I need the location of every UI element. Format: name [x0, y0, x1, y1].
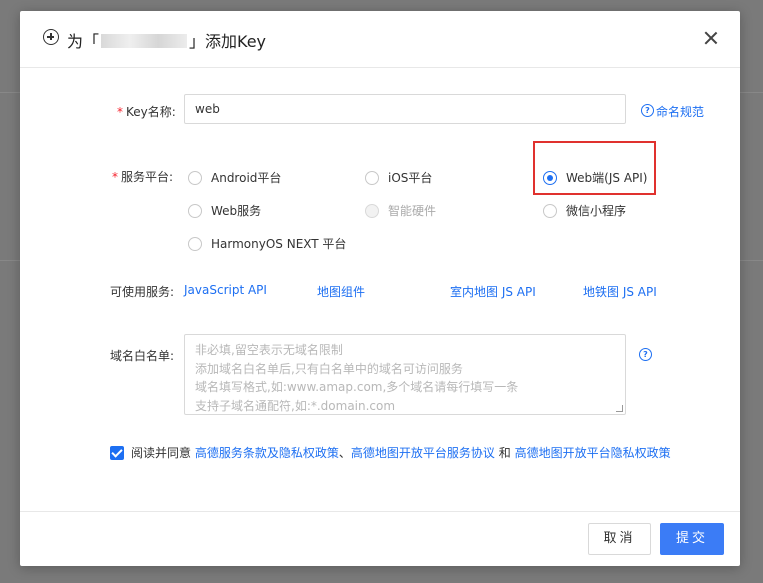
dialog-header: 为「 」添加Key: [20, 11, 740, 68]
agreement-checkbox[interactable]: [110, 446, 124, 460]
required-mark: *: [117, 105, 123, 119]
key-name-input[interactable]: web: [184, 94, 626, 124]
add-key-dialog: 为「 」添加Key * Key名称: web ? 命名规范 * 服务平台: Andro…: [20, 11, 740, 566]
radio-circle: [543, 204, 557, 218]
platform-privacy-link[interactable]: 高德地图开放平台隐私权政策: [515, 446, 671, 460]
cancel-button[interactable]: 取消: [588, 523, 651, 555]
service-indoor-map[interactable]: 室内地图 JS API: [450, 283, 536, 300]
key-name-label-text: Key名称:: [126, 105, 176, 119]
redacted-app-name: [101, 34, 188, 48]
placeholder-line: 添加域名白名单后,只有白名单中的域名可访问服务: [195, 361, 463, 376]
platform-label: * 服务平台:: [112, 168, 173, 185]
radio-circle: [188, 237, 202, 251]
dialog-footer: 取消 提交: [20, 511, 740, 567]
dialog-title: 为「 」添加Key: [67, 28, 266, 52]
highlight-annotation: [533, 141, 656, 195]
platform-label-text: 服务平台:: [121, 170, 174, 184]
agreement-text: 阅读并同意 高德服务条款及隐私权政策、高德地图开放平台服务协议 和 高德地图开放…: [131, 446, 671, 460]
submit-button[interactable]: 提交: [660, 523, 724, 555]
radio-label: Android平台: [211, 171, 282, 185]
help-icon[interactable]: ?: [639, 348, 652, 361]
agreement-separator: 、: [338, 446, 351, 460]
service-javascript-api[interactable]: JavaScript API: [184, 283, 267, 297]
radio-label: Web服务: [211, 204, 262, 218]
whitelist-label: 域名白名单:: [110, 349, 175, 363]
radio-label: iOS平台: [388, 171, 433, 185]
dialog-title-suffix: 」添加Key: [189, 32, 267, 51]
placeholder-line: 域名填写格式,如:www.amap.com,多个域名请每行填写一条: [195, 380, 519, 394]
required-mark: *: [112, 170, 118, 184]
naming-rules-link[interactable]: 命名规范: [656, 103, 704, 120]
terms-privacy-link[interactable]: 高德服务条款及隐私权政策: [195, 446, 339, 460]
key-name-label: * Key名称:: [117, 103, 176, 120]
help-icon[interactable]: ?: [641, 104, 654, 117]
resize-handle[interactable]: [616, 405, 623, 412]
dialog-title-prefix: 为「: [67, 32, 100, 51]
close-icon[interactable]: [704, 31, 718, 45]
service-subway-map[interactable]: 地铁图 JS API: [583, 283, 657, 300]
placeholder-line: 支持子域名通配符,如:*.domain.com: [195, 398, 396, 413]
agreement-prefix: 阅读并同意: [131, 446, 192, 460]
radio-label: 智能硬件: [388, 204, 437, 218]
platform-agreement-link[interactable]: 高德地图开放平台服务协议: [351, 446, 495, 460]
radio-label: 微信小程序: [566, 204, 627, 218]
radio-circle: [188, 171, 202, 185]
add-circle-icon: [43, 29, 59, 45]
available-services-label: 可使用服务:: [110, 285, 175, 299]
whitelist-textarea[interactable]: 非必填,留空表示无域名限制 添加域名白名单后,只有白名单中的域名可访问服务 域名…: [184, 334, 626, 415]
radio-circle: [188, 204, 202, 218]
agreement-and: 和: [498, 446, 511, 460]
placeholder-line: 非必填,留空表示无域名限制: [195, 343, 343, 357]
service-map-component[interactable]: 地图组件: [317, 283, 365, 300]
radio-circle: [365, 171, 379, 185]
radio-label: HarmonyOS NEXT 平台: [211, 237, 347, 251]
radio-circle-disabled: [365, 204, 379, 218]
